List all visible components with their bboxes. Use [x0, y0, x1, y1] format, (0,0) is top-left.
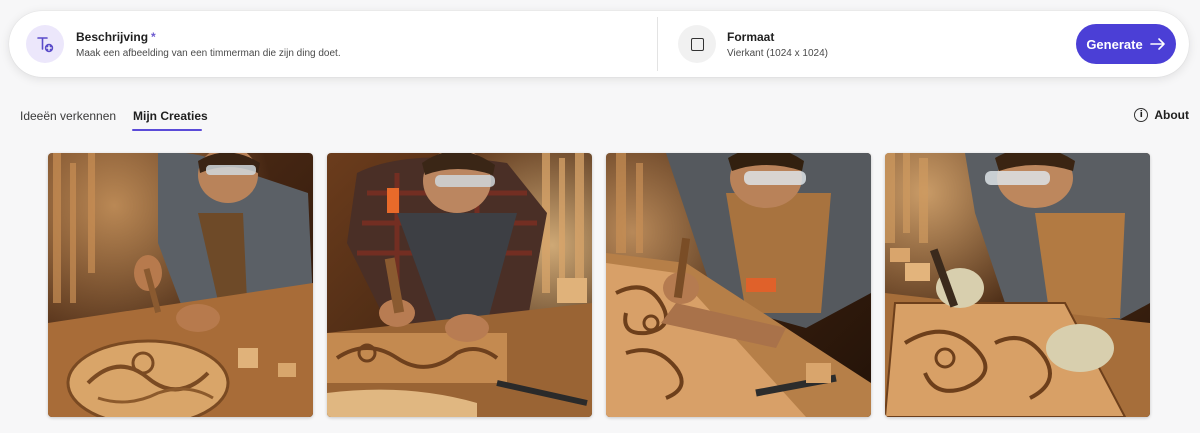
arrow-right-icon — [1149, 38, 1165, 50]
info-icon: i — [1134, 108, 1149, 122]
about-link[interactable]: i About — [1134, 108, 1189, 122]
about-label: About — [1154, 108, 1189, 122]
creation-image-2[interactable] — [327, 153, 592, 417]
active-tab-indicator — [132, 129, 202, 131]
description-label-text: Beschrijving — [76, 30, 149, 44]
tab-ideas-explore[interactable]: Ideeën verkennen — [20, 109, 116, 123]
required-marker: * — [151, 30, 156, 44]
creation-image-1[interactable] — [48, 153, 313, 417]
creation-image-4[interactable] — [885, 153, 1150, 417]
text-add-icon[interactable] — [26, 25, 64, 63]
format-label: Formaat — [727, 30, 775, 44]
description-input[interactable]: Maak een afbeelding van een timmerman di… — [76, 48, 341, 59]
generate-button-label: Generate — [1086, 36, 1143, 52]
square-format-icon[interactable] — [678, 25, 716, 63]
divider — [657, 17, 658, 71]
prompt-bar: Beschrijving * Maak een afbeelding van ee… — [9, 11, 1189, 77]
creation-image-3[interactable] — [606, 153, 871, 417]
format-selector[interactable]: Vierkant (1024 x 1024) — [727, 48, 828, 59]
tab-my-creations[interactable]: Mijn Creaties — [133, 109, 208, 123]
generate-button[interactable]: Generate — [1076, 24, 1176, 64]
description-label: Beschrijving * — [76, 30, 156, 44]
